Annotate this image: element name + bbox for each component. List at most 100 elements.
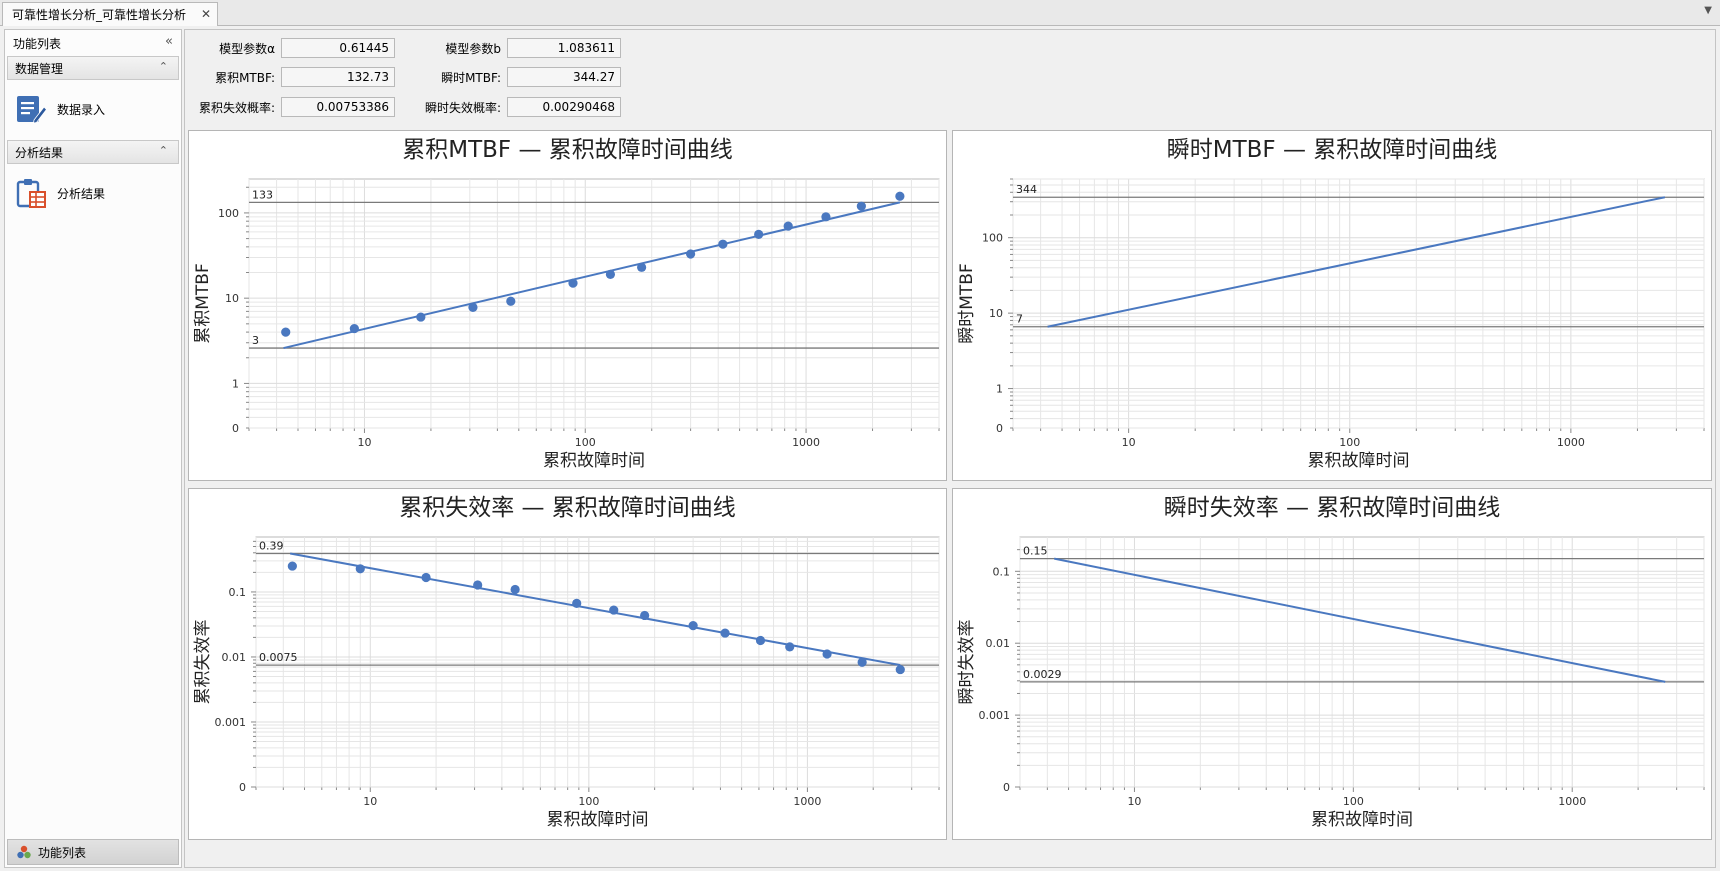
data-point [686, 249, 696, 259]
data-point [755, 635, 766, 646]
chart-svg: 累积失效率 — 累积故障时间曲线 10 100 1000 0 0.001 0.01 0.1 累积… [193, 495, 940, 830]
chevron-up-icon[interactable]: ⌃ [159, 144, 168, 157]
data-point [640, 610, 650, 621]
param-value-field[interactable]: 132.73 [281, 67, 395, 87]
y-axis-label: 瞬时MTBF [957, 263, 977, 344]
reference-line-label: 0.39 [259, 540, 284, 553]
sidebar-title: 功能列表 [13, 36, 62, 51]
param-row-b: 模型参数b 1.083611 [411, 37, 621, 59]
reference-line-label: 0.0029 [1023, 668, 1062, 681]
x-tick-label: 100 [575, 436, 596, 449]
sidebar-item-data-entry[interactable]: 数据录入 [5, 80, 181, 138]
chart-svg: 瞬时MTBF — 累积故障时间曲线 10 100 1000 0 1 10 100 累积故障时间 瞬… [957, 137, 1705, 471]
sidebar-item-analysis-results[interactable]: 分析结果 [5, 164, 181, 222]
chart-cumulative-failure-rate: 累积失效率 — 累积故障时间曲线 10 100 1000 0 0.001 0.01 0.1 累积… [188, 488, 947, 840]
data-point [754, 229, 764, 239]
param-row-cumulative-mtbf: 累积MTBF: 132.73 [185, 66, 395, 88]
y-tick-label: 0.1 [993, 565, 1011, 578]
plot-area [255, 536, 940, 788]
tab-reliability-growth[interactable]: 可靠性增长分析_可靠性增长分析 ✕ [2, 2, 218, 26]
chart-cumulative-mtbf: 累积MTBF — 累积故障时间曲线 10 100 1000 0 1 10 100 累积故障时间 累… [188, 130, 947, 481]
data-point [506, 296, 516, 306]
data-point [416, 312, 426, 322]
y-axis-label: 累积失效率 [193, 620, 213, 705]
param-label: 瞬时MTBF: [441, 70, 501, 85]
param-value-field[interactable]: 1.083611 [507, 38, 621, 58]
y-tick-label: 10 [989, 307, 1003, 320]
chart-instant-mtbf: 瞬时MTBF — 累积故障时间曲线 10 100 1000 0 1 10 100 累积故障时间 瞬… [952, 130, 1712, 481]
sidebar-footer-function-list[interactable]: 功能列表 [7, 839, 179, 865]
reference-line-label: 344 [1016, 183, 1037, 196]
data-point [355, 564, 365, 574]
data-point [822, 649, 832, 659]
sidebar-footer-label: 功能列表 [38, 845, 87, 860]
x-tick-label: 100 [578, 795, 599, 808]
y-axis-label: 累积MTBF [193, 263, 213, 344]
chart-title: 瞬时MTBF — 累积故障时间曲线 [1167, 137, 1498, 163]
sidebar-item-label: 分析结果 [57, 186, 106, 201]
x-tick-label: 10 [363, 795, 377, 808]
param-label: 累积MTBF: [215, 70, 275, 85]
data-point [688, 621, 698, 631]
x-tick-label: 100 [1339, 436, 1360, 449]
reference-line-label: 3 [252, 334, 259, 347]
reference-line-label: 7 [1016, 313, 1023, 326]
data-point [468, 302, 478, 312]
data-point [857, 657, 867, 667]
group-analysis-results[interactable]: 分析结果 ⌃ [7, 140, 179, 164]
sidebar-item-label: 数据录入 [57, 102, 106, 117]
tab-title: 可靠性增长分析_可靠性增长分析 [12, 8, 187, 22]
plot-area [1012, 178, 1705, 429]
y-tick-label: 1 [232, 377, 239, 390]
data-point [510, 584, 520, 595]
y-tick-label: 0 [996, 422, 1003, 435]
y-tick-label: 0.001 [979, 709, 1011, 722]
function-list-panel: 功能列表 « 数据管理 ⌃ 数据录入 分析结果 ⌃ 分析结果 功能列表 [4, 29, 182, 868]
data-point [287, 561, 297, 571]
param-value-field[interactable]: 0.00290468 [507, 97, 621, 117]
data-point [421, 572, 431, 583]
chevron-down-icon[interactable]: ▼ [1704, 5, 1712, 16]
param-value-field[interactable]: 344.27 [507, 67, 621, 87]
x-tick-label: 10 [1127, 795, 1141, 808]
y-tick-label: 0.001 [215, 716, 247, 729]
param-label: 模型参数b [445, 41, 501, 56]
chart-svg: 累积MTBF — 累积故障时间曲线 10 100 1000 0 1 10 100 累积故障时间 累… [193, 137, 940, 471]
model-parameters: 模型参数α 0.61445 模型参数b 1.083611 累积MTBF: 132… [185, 30, 685, 126]
group-data-management[interactable]: 数据管理 ⌃ [7, 56, 179, 80]
reference-line-label: 0.0075 [259, 651, 298, 664]
data-point [572, 598, 582, 608]
param-label: 瞬时失效概率: [424, 100, 501, 115]
group-label: 数据管理 [15, 61, 64, 76]
data-point [783, 221, 793, 231]
y-tick-label: 0.01 [986, 637, 1011, 650]
x-tick-label: 1000 [792, 436, 820, 449]
close-icon[interactable]: ✕ [201, 7, 211, 21]
x-tick-label: 10 [357, 436, 371, 449]
sidebar-header: 功能列表 « [5, 30, 181, 56]
data-point [895, 191, 905, 201]
data-point [821, 212, 831, 222]
data-entry-icon [17, 96, 47, 124]
function-list-icon [17, 845, 31, 859]
data-point [718, 239, 728, 249]
group-label: 分析结果 [15, 145, 64, 160]
analysis-result-icon [16, 179, 46, 208]
data-point [720, 628, 730, 638]
x-tick-label: 1000 [1558, 795, 1586, 808]
param-value-field[interactable]: 0.00753386 [281, 97, 395, 117]
data-point [349, 323, 359, 334]
y-tick-label: 0 [239, 781, 246, 794]
y-tick-label: 100 [982, 232, 1003, 245]
y-tick-label: 100 [218, 207, 239, 220]
data-point [895, 664, 905, 675]
x-tick-label: 1000 [793, 795, 821, 808]
collapse-icon[interactable]: « [165, 34, 173, 49]
chevron-up-icon[interactable]: ⌃ [159, 60, 168, 73]
param-value-field[interactable]: 0.61445 [281, 38, 395, 58]
y-tick-label: 0 [1003, 781, 1010, 794]
y-tick-label: 0.1 [229, 586, 247, 599]
y-tick-label: 1 [996, 383, 1003, 396]
x-axis-label: 累积故障时间 [543, 451, 645, 471]
x-tick-label: 100 [1343, 795, 1364, 808]
